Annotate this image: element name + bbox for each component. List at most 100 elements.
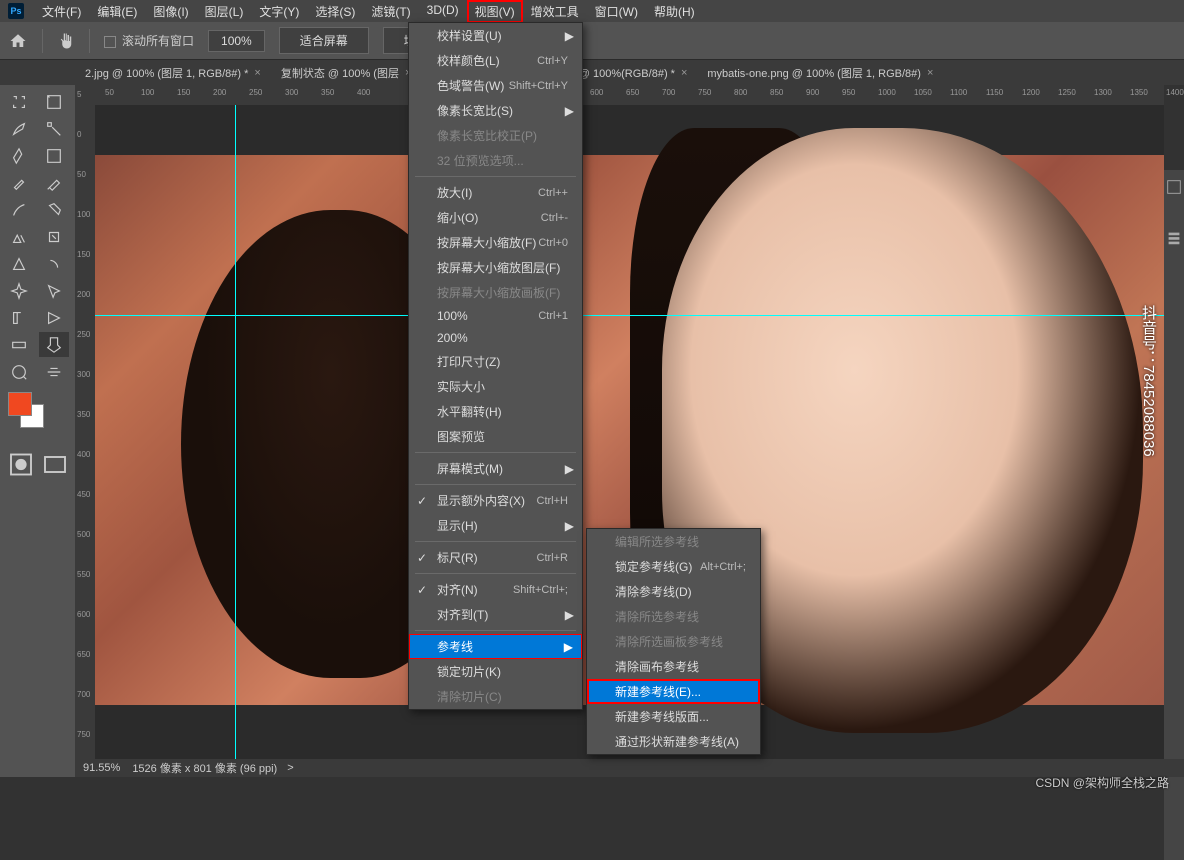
tool-12[interactable]	[4, 251, 34, 276]
menu-item[interactable]: 锁定参考线(G)Alt+Ctrl+;	[587, 554, 760, 579]
menu-item[interactable]: ✓标尺(R)Ctrl+R	[409, 545, 582, 570]
menu-item[interactable]: 锁定切片(K)	[409, 659, 582, 684]
tool-13[interactable]	[39, 251, 69, 276]
tool-21[interactable]	[39, 359, 69, 384]
panel-icon-2[interactable]	[1165, 229, 1183, 247]
csdn-watermark: CSDN @架构师全栈之路	[1035, 774, 1169, 791]
tool-9[interactable]	[39, 197, 69, 222]
menu-item: 编辑所选参考线	[587, 529, 760, 554]
menu-文字[interactable]: 文字(Y)	[251, 0, 307, 23]
tool-6[interactable]	[4, 170, 34, 195]
status-arrow-icon[interactable]: >	[287, 762, 293, 774]
menu-item[interactable]: 色域警告(W)Shift+Ctrl+Y	[409, 73, 582, 98]
status-bar: 91.55% 1526 像素 x 801 像素 (96 ppi) >	[75, 759, 1184, 777]
menubar: Ps 文件(F)编辑(E)图像(I)图层(L)文字(Y)选择(S)滤镜(T)3D…	[0, 0, 1184, 22]
menu-item[interactable]: 放大(I)Ctrl++	[409, 180, 582, 205]
menu-item: 按屏幕大小缩放画板(F)	[409, 280, 582, 305]
document-tabs: 2.jpg @ 100% (图层 1, RGB/8#) *×复制状态 @ 100…	[0, 60, 1184, 85]
menu-item[interactable]: 参考线▶	[409, 634, 582, 659]
menu-item: 清除切片(C)	[409, 684, 582, 709]
vertical-guide[interactable]	[235, 105, 236, 759]
tool-14[interactable]	[4, 278, 34, 303]
menu-item[interactable]: 200%	[409, 327, 582, 349]
tool-16[interactable]	[4, 305, 34, 330]
menu-视图[interactable]: 视图(V)	[467, 0, 523, 23]
tool-2[interactable]	[4, 116, 34, 141]
menu-item[interactable]: 100%Ctrl+1	[409, 305, 582, 327]
menu-3d[interactable]: 3D(D)	[419, 0, 467, 23]
quickmask-icon[interactable]	[6, 452, 36, 477]
menu-item[interactable]: 像素长宽比(S)▶	[409, 98, 582, 123]
tool-4[interactable]	[4, 143, 34, 168]
status-info: 1526 像素 x 801 像素 (96 ppi)	[132, 760, 277, 776]
menu-item[interactable]: 对齐到(T)▶	[409, 602, 582, 627]
close-icon[interactable]: ×	[927, 67, 933, 79]
horizontal-ruler: 5010015020025030035040060065070075080085…	[95, 85, 1164, 105]
menu-item[interactable]: ✓显示额外内容(X)Ctrl+H	[409, 488, 582, 513]
menu-item[interactable]: 新建参考线(E)...	[587, 679, 760, 704]
close-icon[interactable]: ×	[254, 67, 260, 79]
ps-logo: Ps	[8, 3, 24, 19]
menu-图像[interactable]: 图像(I)	[145, 0, 196, 23]
tool-8[interactable]	[4, 197, 34, 222]
scroll-all-checkbox[interactable]: 滚动所有窗口	[104, 32, 194, 49]
tool-7[interactable]	[39, 170, 69, 195]
menu-item[interactable]: 缩小(O)Ctrl+-	[409, 205, 582, 230]
toolbox	[0, 85, 75, 777]
menu-item[interactable]: 清除参考线(D)	[587, 579, 760, 604]
panel-icon-1[interactable]	[1165, 178, 1183, 196]
menu-item[interactable]: 显示(H)▶	[409, 513, 582, 538]
tool-1[interactable]	[39, 89, 69, 114]
menu-item[interactable]: 屏幕模式(M)▶	[409, 456, 582, 481]
tool-10[interactable]	[4, 224, 34, 249]
menu-图层[interactable]: 图层(L)	[197, 0, 252, 23]
horizontal-guide[interactable]	[95, 315, 1164, 316]
document-tab[interactable]: mybatis-one.png @ 100% (图层 1, RGB/8#)×	[697, 60, 943, 86]
status-zoom[interactable]: 91.55%	[83, 762, 120, 774]
tool-3[interactable]	[39, 116, 69, 141]
menu-item[interactable]: ✓对齐(N)Shift+Ctrl+;	[409, 577, 582, 602]
tool-15[interactable]	[39, 278, 69, 303]
view-menu-dropdown: 校样设置(U)▶校样颜色(L)Ctrl+Y色域警告(W)Shift+Ctrl+Y…	[408, 22, 583, 710]
fit-screen-button[interactable]: 适合屏幕	[279, 27, 369, 54]
menu-滤镜[interactable]: 滤镜(T)	[363, 0, 418, 23]
tool-19[interactable]	[39, 332, 69, 357]
menu-item[interactable]: 新建参考线版面...	[587, 704, 760, 729]
menu-item[interactable]: 校样设置(U)▶	[409, 23, 582, 48]
tool-20[interactable]	[4, 359, 34, 384]
tool-17[interactable]	[39, 305, 69, 330]
menu-item[interactable]: 按屏幕大小缩放图层(F)	[409, 255, 582, 280]
menu-item[interactable]: 图案预览	[409, 424, 582, 449]
menu-增效工具[interactable]: 增效工具	[523, 0, 587, 23]
tool-0[interactable]	[4, 89, 34, 114]
hand-tool-icon[interactable]	[57, 32, 75, 50]
menu-item[interactable]: 打印尺寸(Z)	[409, 349, 582, 374]
tool-11[interactable]	[39, 224, 69, 249]
foreground-color[interactable]	[8, 392, 32, 416]
menu-帮助[interactable]: 帮助(H)	[646, 0, 703, 23]
home-icon[interactable]	[8, 32, 28, 50]
menu-item[interactable]: 按屏幕大小缩放(F)Ctrl+0	[409, 230, 582, 255]
menu-item[interactable]: 通过形状新建参考线(A)	[587, 729, 760, 754]
menu-item[interactable]: 清除画布参考线	[587, 654, 760, 679]
zoom-dropdown[interactable]: 100%	[208, 30, 265, 52]
vertical-ruler: 5050100150200250300350400450500550600650…	[75, 85, 95, 777]
menu-item: 像素长宽比校正(P)	[409, 123, 582, 148]
menu-item: 清除所选参考线	[587, 604, 760, 629]
menu-编辑[interactable]: 编辑(E)	[89, 0, 145, 23]
menu-item[interactable]: 水平翻转(H)	[409, 399, 582, 424]
right-panel-collapsed[interactable]	[1164, 170, 1184, 860]
screenmode-icon[interactable]	[40, 452, 70, 477]
color-swatches[interactable]	[4, 392, 71, 432]
document-tab[interactable]: 2.jpg @ 100% (图层 1, RGB/8#) *×	[75, 60, 271, 86]
tool-5[interactable]	[39, 143, 69, 168]
menu-文件[interactable]: 文件(F)	[34, 0, 89, 23]
menu-item: 32 位预览选项...	[409, 148, 582, 173]
menu-窗口[interactable]: 窗口(W)	[587, 0, 646, 23]
menu-item[interactable]: 校样颜色(L)Ctrl+Y	[409, 48, 582, 73]
menu-选择[interactable]: 选择(S)	[307, 0, 363, 23]
document-tab[interactable]: 复制状态 @ 100% (图层×	[271, 60, 422, 86]
menu-item[interactable]: 实际大小	[409, 374, 582, 399]
tool-18[interactable]	[4, 332, 34, 357]
close-icon[interactable]: ×	[681, 67, 687, 79]
